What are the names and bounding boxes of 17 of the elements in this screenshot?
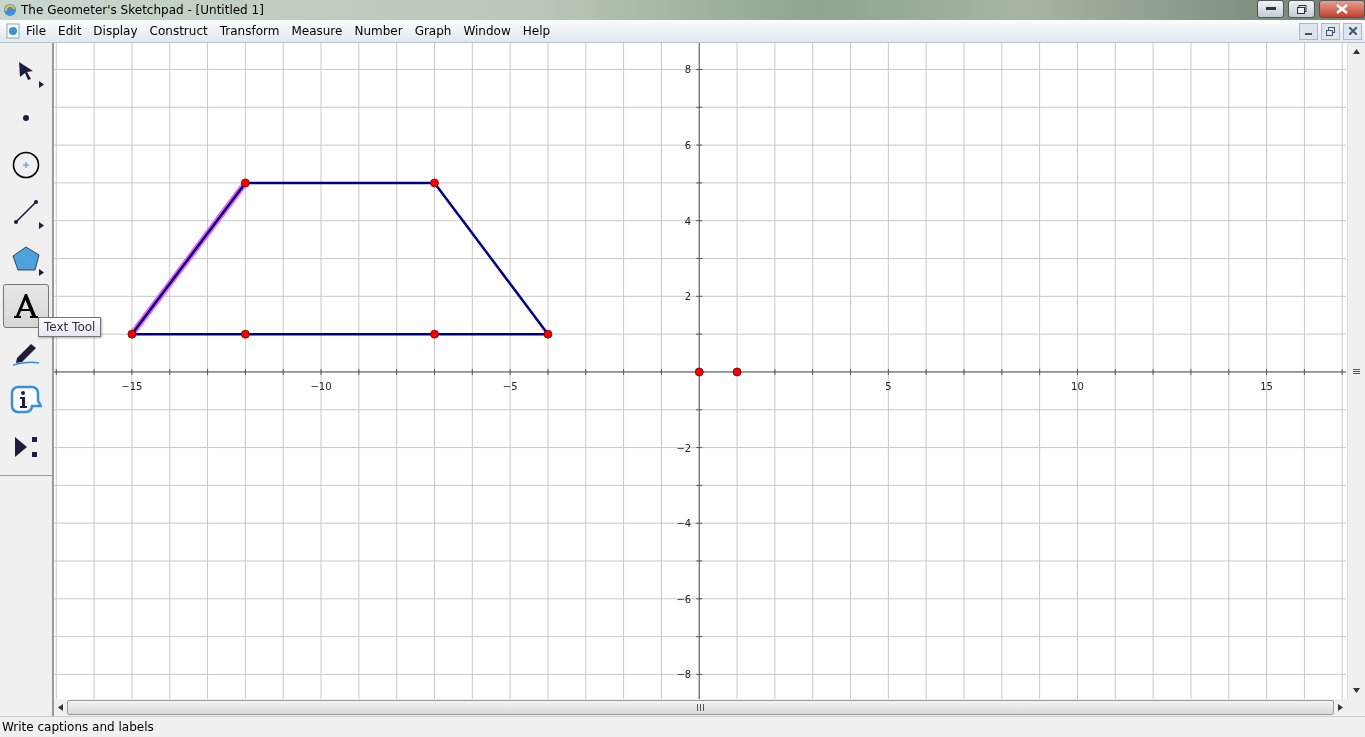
tooltip: Text Tool xyxy=(38,317,102,337)
tick-label: −2 xyxy=(676,442,692,454)
tick-label: −10 xyxy=(310,380,332,392)
tick-label: 6 xyxy=(684,140,692,152)
status-text: Write captions and labels xyxy=(2,720,154,734)
window-title: The Geometer's Sketchpad - [Untitled 1] xyxy=(21,3,264,17)
tick-label: 8 xyxy=(684,64,692,76)
tick-label: 2 xyxy=(684,291,692,303)
tick-label: −15 xyxy=(121,380,143,392)
tick-label: −4 xyxy=(676,518,692,530)
tick-label: −8 xyxy=(676,669,692,681)
tick-label: 15 xyxy=(1260,380,1273,392)
tick-label: −6 xyxy=(676,593,692,605)
tick-label: 10 xyxy=(1071,380,1084,392)
tick-label: 5 xyxy=(885,380,892,392)
tick-label: −5 xyxy=(502,380,518,392)
tick-label: 4 xyxy=(684,215,692,227)
